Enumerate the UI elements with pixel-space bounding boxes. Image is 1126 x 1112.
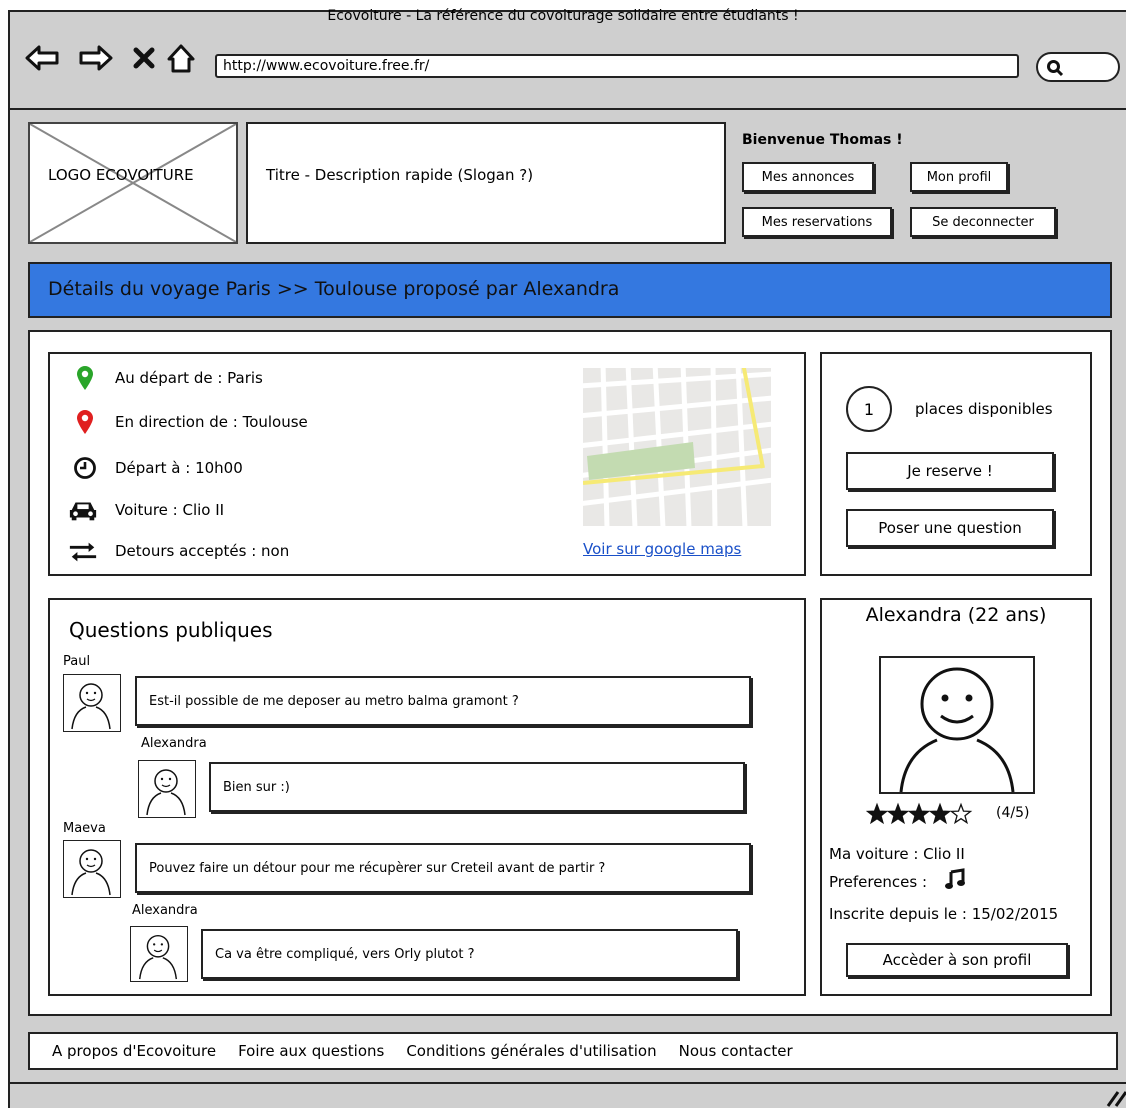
detours-accepted: Detours acceptés : non: [115, 542, 290, 560]
user-avatar-icon: [138, 760, 196, 818]
reply-author: Alexandra: [141, 736, 207, 751]
my-profile-button[interactable]: Mon profil: [910, 162, 1008, 192]
places-count: 1: [846, 386, 892, 432]
question-message: Pouvez faire un détour pour me récupèrer…: [135, 843, 751, 893]
star-filled-icon: [907, 802, 931, 825]
forward-arrow-icon[interactable]: [78, 40, 114, 76]
star-rating: [865, 802, 976, 830]
google-maps-link[interactable]: Voir sur google maps: [583, 540, 741, 558]
driver-avatar-icon: [879, 656, 1035, 794]
question-author: Paul: [63, 654, 91, 669]
browser-search-field[interactable]: [1036, 52, 1120, 82]
home-icon[interactable]: [163, 40, 199, 76]
footer-link-faq[interactable]: Foire aux questions: [238, 1042, 384, 1060]
reply-message: Bien sur :): [209, 762, 745, 812]
window-title: Ecovoiture - La référence du covoiturage…: [327, 8, 799, 24]
questions-heading: Questions publiques: [69, 618, 273, 642]
destination-city: En direction de : Toulouse: [115, 413, 308, 431]
logo-text: LOGO ECOVOITURE: [48, 166, 194, 184]
page-banner-title: Détails du voyage Paris >> Toulouse prop…: [28, 262, 1112, 318]
search-icon: [1047, 60, 1064, 77]
swap-arrows-icon: [68, 538, 98, 566]
my-reservations-button[interactable]: Mes reservations: [742, 207, 892, 237]
driver-member-since: Inscrite depuis le : 15/02/2015: [829, 905, 1059, 923]
location-pin-red-icon: [70, 408, 100, 436]
location-pin-green-icon: [70, 364, 100, 392]
footer-link-contact[interactable]: Nous contacter: [679, 1042, 793, 1060]
reply-author: Alexandra: [132, 903, 198, 918]
reserve-button[interactable]: Je reserve !: [846, 452, 1054, 490]
ask-question-button[interactable]: Poser une question: [846, 509, 1054, 547]
resize-grip-icon[interactable]: [1104, 1090, 1126, 1112]
car-icon: [68, 496, 98, 524]
footer-link-terms[interactable]: Conditions générales d'utilisation: [406, 1042, 656, 1060]
back-arrow-icon[interactable]: [24, 40, 60, 76]
star-empty-icon: [949, 802, 973, 825]
driver-name: Alexandra (22 ans): [865, 604, 1047, 626]
clock-icon: [70, 454, 100, 482]
star-filled-icon: [928, 802, 952, 825]
status-bar-divider: [8, 1082, 1126, 1084]
address-bar[interactable]: http://www.ecovoiture.free.fr/: [215, 54, 1019, 78]
reply-message: Ca va être compliqué, vers Orly plutot ?: [201, 929, 738, 979]
user-avatar-icon: [63, 674, 121, 732]
star-filled-icon: [865, 802, 889, 825]
car-model: Voiture : Clio II: [115, 501, 225, 519]
departure-time: Départ à : 10h00: [115, 459, 243, 477]
title-description-box: Titre - Description rapide (Slogan ?): [246, 122, 726, 244]
question-author: Maeva: [63, 821, 106, 836]
user-avatar-icon: [130, 926, 188, 982]
footer-links: A propos d'Ecovoiture Foire aux question…: [28, 1032, 1118, 1070]
departure-city: Au départ de : Paris: [115, 369, 263, 387]
my-ads-button[interactable]: Mes annonces: [742, 162, 874, 192]
welcome-message: Bienvenue Thomas !: [742, 132, 903, 148]
rating-text: (4/5): [996, 805, 1030, 821]
stop-icon[interactable]: [126, 40, 162, 76]
toolbar-divider: [8, 108, 1126, 110]
driver-car: Ma voiture : Clio II: [829, 845, 965, 863]
view-profile-button[interactable]: Accèder à son profil: [846, 943, 1068, 977]
footer-link-about[interactable]: A propos d'Ecovoiture: [52, 1042, 216, 1060]
star-filled-icon: [886, 802, 910, 825]
map-thumbnail[interactable]: [583, 368, 771, 526]
title-description-text: Titre - Description rapide (Slogan ?): [266, 166, 534, 184]
logout-button[interactable]: Se deconnecter: [910, 207, 1056, 237]
user-avatar-icon: [63, 840, 121, 898]
logo-placeholder: LOGO ECOVOITURE: [28, 122, 238, 244]
driver-preferences: Preferences :: [829, 873, 928, 891]
music-note-icon: [944, 868, 966, 894]
places-label: places disponibles: [915, 400, 1053, 418]
question-message: Est-il possible de me deposer au metro b…: [135, 676, 751, 726]
